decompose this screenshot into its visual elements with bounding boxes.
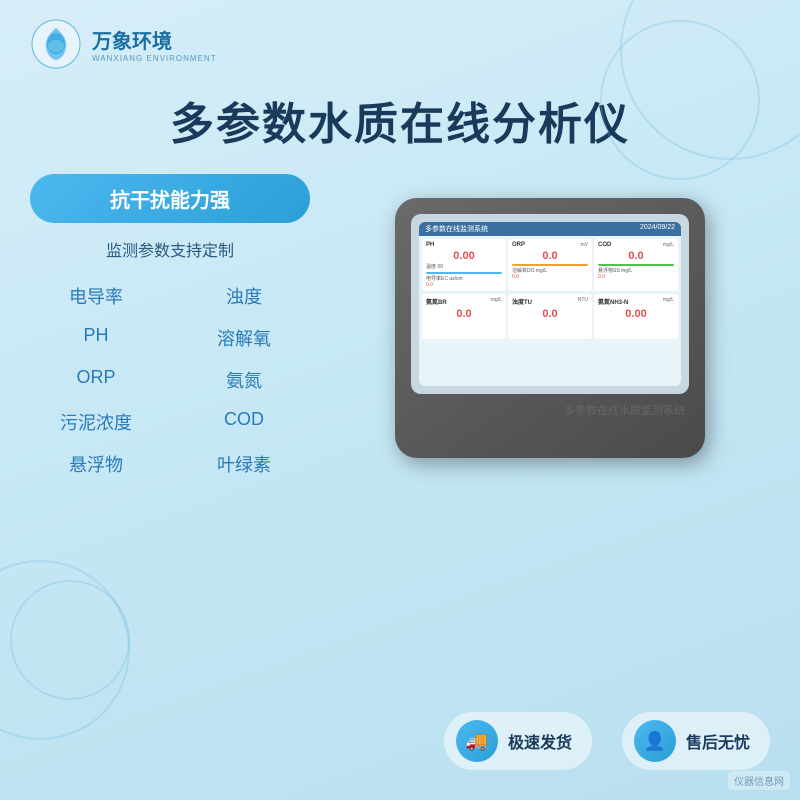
device-label: 多参数在线水质监测系统 (411, 402, 689, 418)
logo-chinese: 万象环境 (92, 25, 217, 54)
param-cod: COD (178, 405, 310, 439)
param-sludge: 污泥浓度 (30, 405, 162, 439)
deco-circle-4 (10, 580, 130, 700)
cell-turbidity: 氨氮BR mg/L 0.0 (422, 294, 506, 339)
screen-header: 多参数在线监测系统 2024/09/22 (419, 222, 681, 236)
deco-circle-2 (600, 20, 760, 180)
device-body: 多参数在线监测系统 2024/09/22 PH 0.00 (395, 198, 705, 458)
cell-orp: ORP mV 0.0 溶解氧DO mg/L 0.0 (508, 239, 592, 291)
cell-nh3n: 氨氮NH3-N mg/L 0.00 (594, 294, 678, 339)
bottom-bar: 🚚 极速发货 👤 售后无忧 (444, 712, 770, 770)
param-turbidity: 浊度 (178, 279, 310, 313)
right-panel: 多参数在线监测系统 2024/09/22 PH 0.00 (330, 174, 770, 481)
screen-row2: 氨氮BR mg/L 0.0 浊度TU NTU 0.0 (419, 294, 681, 342)
delivery-text: 极速发货 (508, 729, 572, 753)
watermark: 仪器信息网 (728, 771, 790, 790)
param-suspended: 悬浮物 (30, 447, 162, 481)
delivery-icon: 🚚 (456, 720, 498, 762)
param-do: 溶解氧 (178, 321, 310, 355)
logo-english: WANXIANG ENVIRONMENT (92, 54, 217, 63)
device: 多参数在线监测系统 2024/09/22 PH 0.00 (395, 198, 705, 458)
device-screen-area: 多参数在线监测系统 2024/09/22 PH 0.00 (411, 214, 689, 394)
screen-content: 多参数在线监测系统 2024/09/22 PH 0.00 (419, 222, 681, 386)
aftersale-text: 售后无忧 (686, 729, 750, 753)
param-ph: PH (30, 321, 162, 355)
param-conductivity: 电导率 (30, 279, 162, 313)
screen-title: 多参数在线监测系统 (425, 224, 488, 234)
logo-text: 万象环境 WANXIANG ENVIRONMENT (92, 25, 217, 63)
params-grid: 电导率 浊度 PH 溶解氧 ORP 氨氮 污泥浓度 COD 悬浮物 叶绿素 (30, 279, 310, 481)
left-panel: 抗干扰能力强 监测参数支持定制 电导率 浊度 PH 溶解氧 ORP 氨氮 污泥浓… (30, 174, 310, 481)
highlight-badge: 抗干扰能力强 (30, 174, 310, 223)
cell-ph: PH 0.00 温度 00 电导率EC us/cm 0.0 (422, 239, 506, 291)
param-ammonia: 氨氮 (178, 363, 310, 397)
content-area: 抗干扰能力强 监测参数支持定制 电导率 浊度 PH 溶解氧 ORP 氨氮 污泥浓… (0, 174, 800, 481)
fast-delivery-item: 🚚 极速发货 (444, 712, 592, 770)
screen-row1: PH 0.00 温度 00 电导率EC us/cm 0.0 (419, 236, 681, 294)
logo: 万象环境 WANXIANG ENVIRONMENT (30, 18, 217, 70)
logo-icon (30, 18, 82, 70)
screen-date: 2024/09/22 (640, 224, 675, 234)
after-sale-item: 👤 售后无忧 (622, 712, 770, 770)
sub-text: 监测参数支持定制 (30, 237, 310, 261)
param-orp: ORP (30, 363, 162, 397)
cell-turbidity2: 浊度TU NTU 0.0 (508, 294, 592, 339)
param-chlorophyll: 叶绿素 (178, 447, 310, 481)
aftersale-icon: 👤 (634, 720, 676, 762)
cell-cod: COD mg/L 0.0 悬浮物SS mg/L 0.0 (594, 239, 678, 291)
